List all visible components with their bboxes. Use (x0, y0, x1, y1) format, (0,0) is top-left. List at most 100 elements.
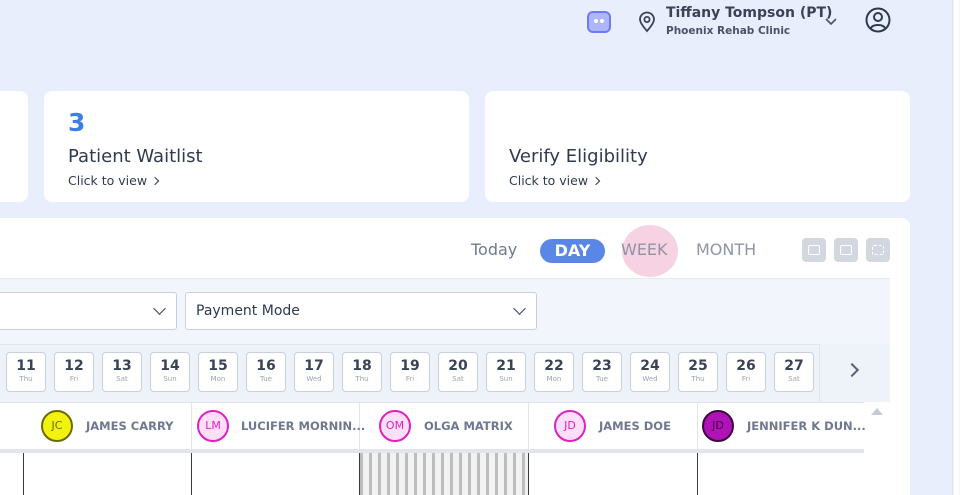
date-number: 18 (352, 358, 372, 374)
date-weekday: Fri (741, 375, 751, 383)
date-weekday: Tue (596, 375, 608, 383)
verify-title: Verify Eligibility (509, 146, 648, 167)
date-number: 21 (496, 358, 516, 374)
page-scrollbar[interactable] (952, 0, 960, 495)
date-weekday: Sun (499, 375, 513, 383)
month-view-tab[interactable]: MONTH (696, 240, 756, 259)
date-weekday: Thu (19, 375, 33, 383)
user-avatar-icon[interactable] (864, 6, 892, 34)
date-cell[interactable]: 23 Tue (582, 352, 622, 392)
provider-column-header[interactable]: JD JAMES DOE (529, 403, 698, 449)
clinic-name: Phoenix Rehab Clinic (666, 25, 791, 37)
provider-column-header[interactable]: JC JAMES CARRY (24, 403, 192, 449)
schedule-column[interactable] (698, 453, 864, 495)
chevron-down-icon (513, 302, 526, 315)
date-number: 22 (544, 358, 564, 374)
date-number: 27 (784, 358, 804, 374)
schedule-column-blocked[interactable] (360, 453, 529, 495)
date-cell[interactable]: 26 Fri (726, 352, 766, 392)
date-cell[interactable]: 22 Mon (534, 352, 574, 392)
provider-column-header[interactable]: JD JENNIFER K DUN... (698, 403, 866, 449)
date-cell[interactable]: 27 Sat (774, 352, 814, 392)
date-weekday: Wed (306, 375, 322, 383)
verify-view-label: Click to view (509, 173, 589, 188)
chevron-down-icon[interactable] (823, 14, 839, 30)
date-weekday: Thu (691, 375, 705, 383)
schedule-column[interactable] (192, 453, 360, 495)
today-button[interactable]: Today (471, 240, 517, 259)
date-weekday: Thu (355, 375, 369, 383)
location-pin-icon (639, 11, 655, 33)
date-weekday: Sat (452, 375, 464, 383)
verify-view-link[interactable]: Click to view (509, 173, 601, 188)
date-cell[interactable]: 13 Sat (102, 352, 142, 392)
verify-eligibility-card[interactable]: Verify Eligibility Click to view (485, 91, 910, 202)
date-number: 26 (736, 358, 756, 374)
provider-name: JAMES DOE (599, 419, 671, 433)
date-cell[interactable]: 19 Fri (390, 352, 430, 392)
provider-column-header[interactable]: LM LUCIFER MORNIN... (192, 403, 365, 449)
fullscreen-icon[interactable] (866, 238, 890, 262)
chat-icon[interactable] (586, 10, 612, 34)
week-view-tab[interactable]: WEEK (621, 240, 668, 259)
waitlist-view-label: Click to view (68, 173, 148, 188)
waitlist-view-link[interactable]: Click to view (68, 173, 160, 188)
provider-name: JAMES CARRY (86, 419, 174, 433)
date-cell[interactable]: 21 Sun (486, 352, 526, 392)
date-number: 19 (400, 358, 420, 374)
waitlist-count: 3 (68, 108, 86, 137)
waitlist-title: Patient Waitlist (68, 146, 203, 167)
date-weekday: Sun (163, 375, 177, 383)
date-number: 23 (592, 358, 612, 374)
date-weekday: Fri (69, 375, 79, 383)
date-weekday: Fri (405, 375, 415, 383)
date-number: 25 (688, 358, 708, 374)
print-icon[interactable] (802, 238, 826, 262)
page-scrollbar-thumb[interactable] (954, 0, 959, 495)
date-weekday: Mon (546, 375, 562, 383)
date-weekday: Tue (260, 375, 272, 383)
scroll-up-icon[interactable] (871, 408, 883, 415)
provider-column-header[interactable]: OM OLGA MATRIX (360, 403, 529, 449)
date-weekday: Sat (116, 375, 128, 383)
date-number: 15 (208, 358, 228, 374)
date-cell[interactable]: 18 Thu (342, 352, 382, 392)
date-cell[interactable]: 16 Tue (246, 352, 286, 392)
payment-mode-select[interactable]: Payment Mode (185, 292, 537, 330)
date-cell[interactable]: 12 Fri (54, 352, 94, 392)
date-number: 16 (256, 358, 276, 374)
date-cell[interactable]: 15 Mon (198, 352, 238, 392)
chevron-right-icon (591, 176, 601, 186)
patient-waitlist-card[interactable]: 3 Patient Waitlist Click to view (44, 91, 469, 202)
date-number: 20 (448, 358, 468, 374)
date-number: 17 (304, 358, 324, 374)
schedule-column[interactable] (529, 453, 698, 495)
provider-name: JENNIFER K DUN... (747, 419, 866, 433)
date-number: 14 (160, 358, 180, 374)
date-number: 12 (64, 358, 84, 374)
provider-name: OLGA MATRIX (424, 419, 513, 433)
provider-avatar: JD (554, 410, 586, 442)
date-cell[interactable]: 25 Thu (678, 352, 718, 392)
provider-avatar: OM (379, 410, 411, 442)
date-cell[interactable]: 11 Thu (6, 352, 46, 392)
provider-avatar: JD (702, 410, 734, 442)
chevron-right-icon (150, 176, 160, 186)
date-number: 11 (16, 358, 36, 374)
save-icon[interactable] (834, 238, 858, 262)
schedule-column[interactable] (24, 453, 192, 495)
date-weekday: Sat (788, 375, 800, 383)
provider-avatar: LM (197, 410, 229, 442)
user-name[interactable]: Tiffany Tompson (PT) (666, 5, 832, 21)
date-weekday: Wed (642, 375, 658, 383)
day-view-tab[interactable]: DAY (540, 239, 605, 263)
date-cell[interactable]: 24 Wed (630, 352, 670, 392)
filter-select[interactable] (0, 292, 177, 330)
summary-card-partial[interactable] (0, 91, 28, 202)
date-number: 24 (640, 358, 660, 374)
date-cell[interactable]: 14 Sun (150, 352, 190, 392)
schedule-column[interactable] (0, 453, 24, 495)
provider-name: LUCIFER MORNIN... (241, 419, 366, 433)
date-cell[interactable]: 17 Wed (294, 352, 334, 392)
date-cell[interactable]: 20 Sat (438, 352, 478, 392)
